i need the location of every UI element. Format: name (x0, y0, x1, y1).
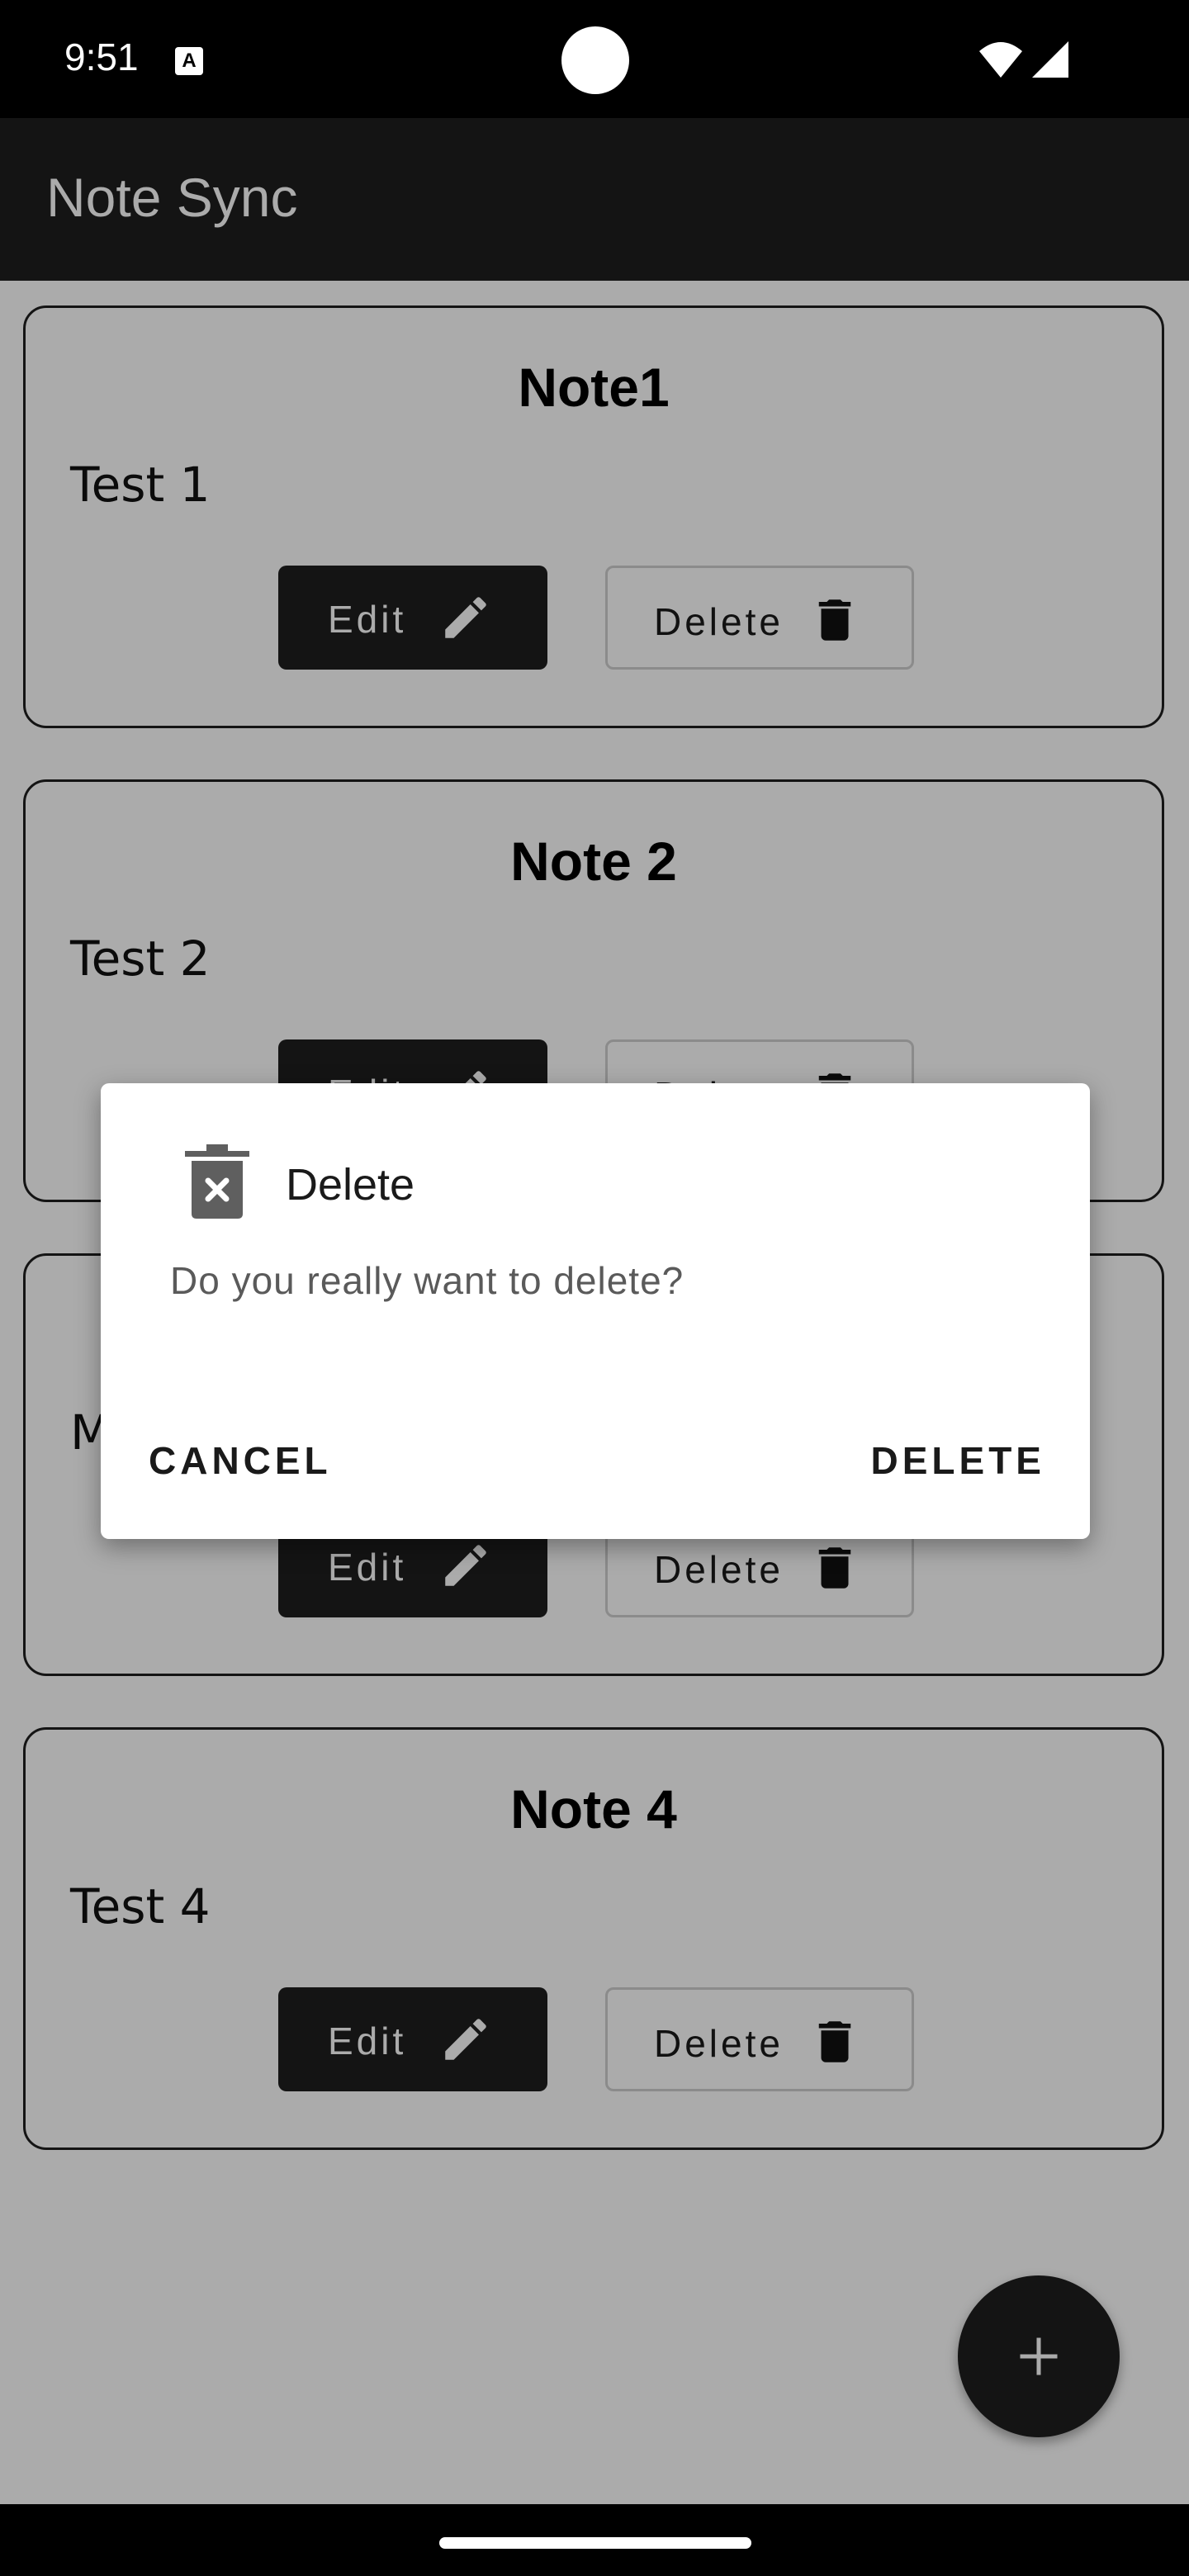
home-indicator[interactable] (439, 2537, 751, 2549)
cancel-button[interactable]: CANCEL (149, 1438, 332, 1483)
navigation-bar (0, 2504, 1189, 2576)
accessibility-a-icon: A (175, 47, 203, 75)
wifi-icon (979, 42, 1022, 78)
dialog-message: Do you really want to delete? (170, 1259, 685, 1302)
status-time: 9:51 (64, 36, 139, 78)
signal-icon (1032, 41, 1068, 78)
status-bar: 9:51 A (0, 0, 1189, 118)
a-icon-letter: A (182, 50, 197, 72)
dialog-title: Delete (286, 1160, 415, 1210)
trash-x-icon (185, 1144, 249, 1219)
confirm-delete-button[interactable]: DELETE (871, 1438, 1045, 1483)
delete-dialog: Delete Do you really want to delete? CAN… (101, 1083, 1090, 1539)
camera-cutout (561, 26, 629, 94)
